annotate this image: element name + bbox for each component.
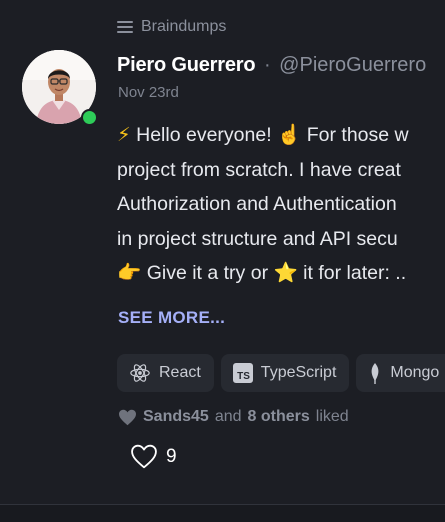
- tag-react[interactable]: React: [117, 354, 214, 392]
- post-content: ⚡ Hello everyone! ☝️ For those w project…: [117, 118, 445, 291]
- svg-text:TS: TS: [237, 371, 250, 382]
- mongodb-icon: [372, 363, 379, 384]
- like-count: 9: [166, 445, 177, 467]
- author-handle[interactable]: @PieroGuerrero: [279, 54, 426, 76]
- tag-label: React: [159, 364, 201, 381]
- avatar[interactable]: [22, 50, 98, 126]
- post-card: Braindumps Piero Guerrero · @PieroGuerre: [0, 0, 445, 522]
- heart-filled-icon: [119, 409, 136, 425]
- board-tag[interactable]: Braindumps: [117, 18, 226, 36]
- content-line: Authorization and Authentication: [117, 193, 397, 215]
- tag-list: React TS TypeScript Mongo: [117, 354, 445, 392]
- author-name[interactable]: Piero Guerrero: [117, 54, 256, 76]
- content-line: 👉 Give it a try or ⭐ it for later: ..: [117, 261, 407, 284]
- post-date: Nov 23rd: [118, 84, 179, 101]
- liked-by-user[interactable]: Sands45: [143, 408, 209, 426]
- hamburger-menu-icon: [117, 21, 133, 33]
- bottom-bar: [0, 505, 445, 522]
- pointing-right-emoji-icon: 👉: [117, 261, 142, 284]
- heart-outline-icon: [131, 444, 157, 469]
- header-separator: ·: [263, 54, 271, 76]
- liked-by-others[interactable]: 8 others: [248, 408, 310, 426]
- content-line: in project structure and API secu: [117, 227, 398, 250]
- content-line: project from scratch. I have creat: [117, 158, 401, 181]
- tag-mongodb[interactable]: Mongo: [356, 354, 445, 392]
- tag-typescript[interactable]: TS TypeScript: [220, 354, 350, 392]
- board-label: Braindumps: [141, 18, 227, 35]
- tag-label: Mongo: [390, 364, 440, 381]
- post-header: Piero Guerrero · @PieroGuerrero: [117, 54, 426, 77]
- lightning-emoji-icon: ⚡: [117, 123, 131, 146]
- like-button[interactable]: 9: [130, 444, 177, 469]
- online-status-dot: [81, 109, 98, 126]
- liked-by-suffix: liked: [315, 408, 349, 425]
- react-icon: [130, 364, 150, 382]
- index-pointing-up-emoji-icon: ☝️: [277, 123, 302, 146]
- content-line: ⚡ Hello everyone! ☝️ For those w: [117, 123, 409, 146]
- see-more-link[interactable]: SEE MORE...: [118, 308, 225, 328]
- liked-by-and: and: [214, 408, 242, 425]
- tag-label: TypeScript: [260, 364, 337, 381]
- star-emoji-icon: ⭐: [273, 261, 298, 284]
- typescript-icon: TS: [232, 363, 253, 383]
- liked-by-summary[interactable]: Sands45 and 8 others liked: [118, 408, 349, 426]
